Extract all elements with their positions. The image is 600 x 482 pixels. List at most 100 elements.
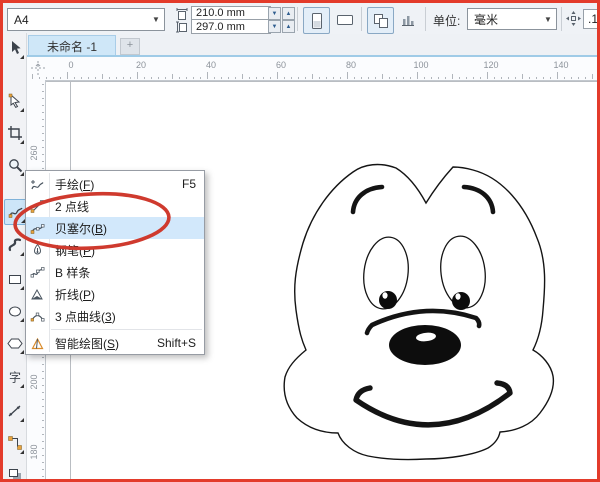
units-select[interactable]: 毫米 ▼ bbox=[467, 8, 557, 30]
chevron-down-icon: ▼ bbox=[152, 15, 160, 24]
units-value: 毫米 bbox=[474, 12, 499, 27]
text-tool-button[interactable]: 字 bbox=[4, 365, 25, 389]
horizontal-ruler[interactable]: 0 20 40 60 80 100 120 140 bbox=[26, 57, 597, 81]
plus-icon: + bbox=[126, 39, 134, 51]
artistic-media-tool-button[interactable] bbox=[4, 233, 25, 257]
text-icon: 字 bbox=[8, 370, 20, 385]
crop-icon bbox=[7, 126, 22, 140]
rectangle-icon bbox=[8, 275, 21, 284]
menu-item-3-point-curve[interactable]: 3 点曲线(3) bbox=[26, 305, 204, 327]
landscape-button[interactable] bbox=[332, 7, 357, 32]
v-ruler-label: 200 bbox=[29, 374, 39, 390]
three-point-curve-icon bbox=[26, 309, 49, 324]
artistic-media-icon bbox=[8, 238, 21, 252]
menu-item-label: 3 点曲线(3) bbox=[55, 309, 116, 324]
ruler-origin-icon[interactable] bbox=[30, 60, 46, 76]
dimension-tool-button[interactable] bbox=[4, 399, 25, 423]
freehand-curve-icon bbox=[8, 207, 23, 218]
svg-text:字: 字 bbox=[8, 370, 20, 385]
rectangle-tool-button[interactable] bbox=[4, 267, 25, 291]
menu-item-shortcut: Shift+S bbox=[156, 336, 196, 350]
paper-height-value: 297.0 mm bbox=[196, 20, 245, 33]
current-page-button[interactable] bbox=[395, 7, 420, 32]
paper-height-field[interactable]: 297.0 mm bbox=[191, 19, 271, 34]
menu-item-2-point-line[interactable]: 2 点线 bbox=[26, 195, 204, 217]
crop-tool-button[interactable] bbox=[4, 121, 25, 145]
menu-item-pen[interactable]: 钢笔(P) bbox=[26, 239, 204, 261]
menu-item-smart-drawing[interactable]: 智能绘图(S) Shift+S bbox=[26, 332, 204, 354]
bezier-icon bbox=[26, 221, 49, 236]
h-ruler-label: 0 bbox=[68, 60, 74, 70]
units-label: 单位: bbox=[433, 14, 461, 28]
menu-item-shortcut: F5 bbox=[181, 177, 196, 191]
freehand-tool-button[interactable] bbox=[4, 199, 27, 225]
portrait-button[interactable] bbox=[303, 7, 330, 34]
b-spline-icon bbox=[26, 265, 49, 280]
face-right-pupil-highlight bbox=[455, 293, 461, 300]
menu-item-label: 折线(P) bbox=[55, 287, 96, 302]
h-ruler-label: 40 bbox=[205, 60, 216, 70]
polygon-icon bbox=[6, 338, 23, 349]
current-page-icon bbox=[401, 15, 414, 26]
paper-width-field[interactable]: 210.0 mm bbox=[191, 6, 271, 19]
two-point-line-icon bbox=[26, 199, 49, 214]
dimension-icon bbox=[8, 405, 20, 417]
menu-item-freehand[interactable]: 手绘(F) F5 bbox=[26, 173, 204, 195]
toolbox: 字 bbox=[3, 33, 27, 482]
menu-item-label: 贝塞尔(B) bbox=[55, 221, 108, 236]
face-left-pupil-highlight bbox=[382, 292, 388, 299]
menu-item-label: 2 点线 bbox=[55, 199, 90, 214]
paper-size-value: A4 bbox=[14, 12, 29, 27]
face-right-pupil bbox=[452, 292, 470, 310]
menu-item-polyline[interactable]: 折线(P) bbox=[26, 283, 204, 305]
menu-item-label: 手绘(F) bbox=[55, 177, 95, 192]
smart-drawing-icon bbox=[26, 336, 49, 351]
portrait-icon bbox=[311, 12, 322, 29]
h-ruler-label: 80 bbox=[345, 60, 356, 70]
nudge-offset-field[interactable]: .1 m bbox=[583, 9, 600, 29]
tab-label: 未命名 -1 bbox=[46, 40, 97, 54]
all-pages-button[interactable] bbox=[367, 7, 394, 34]
paper-width-icon bbox=[176, 8, 188, 20]
nudge-offset-value: .1 m bbox=[588, 12, 600, 26]
polyline-icon bbox=[26, 287, 49, 302]
menu-item-label: 钢笔(P) bbox=[55, 243, 96, 258]
face-nose bbox=[389, 325, 461, 365]
h-ruler-label: 20 bbox=[135, 60, 146, 70]
pick-arrow-icon bbox=[11, 41, 21, 54]
menu-item-label: 智能绘图(S) bbox=[55, 336, 120, 351]
shape-tool-icon bbox=[8, 93, 20, 109]
pen-icon bbox=[26, 243, 49, 258]
magnifier-icon bbox=[8, 159, 22, 173]
menu-separator bbox=[51, 329, 202, 330]
pick-tool-button[interactable] bbox=[4, 36, 25, 60]
shape-tool-button[interactable] bbox=[4, 89, 25, 113]
connector-tool-button[interactable] bbox=[4, 431, 25, 455]
ellipse-icon bbox=[8, 306, 21, 317]
page-top-edge bbox=[46, 81, 597, 82]
menu-item-label: B 样条 bbox=[55, 265, 91, 280]
cartoon-face-drawing[interactable] bbox=[265, 148, 571, 482]
v-ruler-label: 180 bbox=[29, 444, 39, 460]
h-ruler-label: 140 bbox=[553, 60, 569, 70]
paper-height-spinner[interactable]: ▼ ▲ bbox=[268, 20, 295, 33]
nudge-offset-icon bbox=[566, 11, 581, 26]
polygon-tool-button[interactable] bbox=[4, 331, 25, 355]
curve-tools-flyout-menu: 手绘(F) F5 2 点线 贝塞尔(B) 钢笔(P) B 样条 折线(P) 3 … bbox=[25, 170, 205, 355]
document-tab-bar: 未命名 -1 + bbox=[26, 34, 597, 57]
v-ruler-label: 260 bbox=[29, 145, 39, 161]
drop-shadow-tool-button[interactable] bbox=[4, 463, 25, 482]
new-tab-button[interactable]: + bbox=[120, 38, 140, 55]
paper-height-icon bbox=[176, 21, 187, 33]
zoom-tool-button[interactable] bbox=[4, 153, 25, 177]
coreldraw-window: A4 ▼ 210.0 mm ▼▲ 297.0 mm ▼▲ 单位: 毫米 ▼ bbox=[0, 0, 600, 482]
tab-untitled-1[interactable]: 未命名 -1 bbox=[28, 35, 116, 57]
ellipse-tool-button[interactable] bbox=[4, 299, 25, 323]
paper-size-select[interactable]: A4 ▼ bbox=[7, 8, 165, 31]
menu-item-b-spline[interactable]: B 样条 bbox=[26, 261, 204, 283]
h-ruler-label: 60 bbox=[275, 60, 286, 70]
menu-item-bezier[interactable]: 贝塞尔(B) bbox=[26, 217, 204, 239]
chevron-down-icon: ▼ bbox=[544, 14, 552, 24]
property-bar: A4 ▼ 210.0 mm ▼▲ 297.0 mm ▼▲ 单位: 毫米 ▼ bbox=[3, 3, 600, 35]
paper-width-spinner[interactable]: ▼ ▲ bbox=[268, 7, 295, 20]
